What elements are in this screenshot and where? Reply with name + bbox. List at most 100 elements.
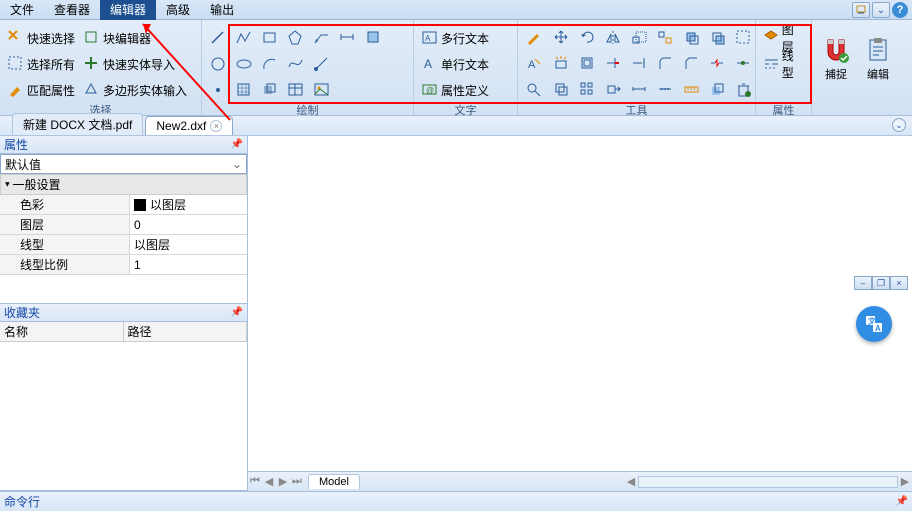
scroll-left-icon[interactable]: ◀: [624, 475, 638, 488]
default-combo[interactable]: 默认值: [0, 154, 247, 174]
tab-nav-last-icon[interactable]: ⏭: [290, 475, 304, 488]
polyline-icon[interactable]: [232, 27, 256, 49]
join-icon[interactable]: [732, 53, 756, 75]
layer-button[interactable]: 图层: [760, 27, 807, 49]
translate-fab[interactable]: 文A: [856, 306, 892, 342]
col-path[interactable]: 路径: [124, 322, 248, 341]
extend-icon[interactable]: [628, 53, 652, 75]
h-scrollbar[interactable]: [638, 476, 898, 488]
menu-editor[interactable]: 编辑器: [100, 0, 156, 20]
menu-viewer[interactable]: 查看器: [44, 0, 100, 20]
hatch-icon[interactable]: [232, 79, 256, 101]
point-icon[interactable]: [206, 79, 230, 101]
array-icon[interactable]: [576, 79, 600, 101]
group-icon[interactable]: [732, 27, 756, 49]
donut-icon[interactable]: [362, 79, 386, 101]
pin-icon[interactable]: 📌: [231, 307, 243, 318]
leader-icon[interactable]: [310, 27, 334, 49]
style-dropdown-icon[interactable]: ⌄: [872, 2, 890, 18]
prop-val[interactable]: 1: [130, 255, 247, 274]
quick-entity-import-button[interactable]: 快速实体导入: [80, 53, 178, 75]
tab-nav-prev-icon[interactable]: ◀: [262, 475, 276, 488]
scroll-right-icon[interactable]: ▶: [898, 475, 912, 488]
offset-icon[interactable]: [576, 53, 600, 75]
tab-nav-next-icon[interactable]: ▶: [276, 475, 290, 488]
stext-button[interactable]: A单行文本: [418, 53, 492, 75]
spline-icon[interactable]: [284, 53, 308, 75]
block-insert-icon[interactable]: [362, 27, 386, 49]
move-icon[interactable]: [550, 27, 574, 49]
col-name[interactable]: 名称: [0, 322, 124, 341]
prop-val[interactable]: 0: [130, 215, 247, 234]
rotate-icon[interactable]: [576, 27, 600, 49]
break-icon[interactable]: [706, 53, 730, 75]
select-all-button[interactable]: 选择所有: [4, 53, 78, 75]
stretch-icon[interactable]: [602, 79, 626, 101]
find-icon[interactable]: [522, 79, 546, 101]
mdi-close-icon[interactable]: ×: [890, 276, 908, 290]
arc-icon[interactable]: [258, 53, 282, 75]
table-icon[interactable]: [284, 79, 308, 101]
block-editor-button[interactable]: 块编辑器: [80, 27, 154, 49]
poly-entity-input-button[interactable]: 多边形实体输入: [80, 79, 190, 101]
edit-button[interactable]: 编辑: [858, 26, 898, 92]
bring-front-icon[interactable]: [680, 27, 704, 49]
send-back-icon[interactable]: [706, 27, 730, 49]
scale-icon[interactable]: [628, 27, 652, 49]
help-icon[interactable]: ?: [892, 2, 908, 18]
ray-icon[interactable]: [310, 53, 334, 75]
match-props-button[interactable]: 匹配属性: [4, 79, 78, 101]
line-icon[interactable]: [206, 27, 230, 49]
draworder-icon[interactable]: [706, 79, 730, 101]
rect-icon[interactable]: [258, 27, 282, 49]
close-icon[interactable]: ×: [210, 120, 222, 132]
pin-icon[interactable]: 📌: [896, 496, 908, 507]
trim-icon[interactable]: [602, 53, 626, 75]
edit-attr-icon[interactable]: A: [522, 53, 546, 75]
mtext-button[interactable]: A多行文本: [418, 27, 492, 49]
measure-icon[interactable]: [680, 79, 704, 101]
snap-button[interactable]: 捕捉: [816, 26, 856, 92]
lengthen-icon[interactable]: [628, 79, 652, 101]
image-icon[interactable]: [310, 79, 334, 101]
edit-text-icon[interactable]: [522, 27, 546, 49]
region-icon[interactable]: [258, 79, 282, 101]
ellipse-icon[interactable]: [232, 53, 256, 75]
chamfer-icon[interactable]: [680, 53, 704, 75]
ribbon-collapse-icon[interactable]: ⌄: [892, 118, 906, 132]
mdi-restore-icon[interactable]: ❐: [872, 276, 890, 290]
polygon-icon[interactable]: [284, 27, 308, 49]
align-icon[interactable]: [654, 27, 678, 49]
linetype-button[interactable]: 线型: [760, 53, 807, 75]
tab-nav-first-icon[interactable]: ⏮: [248, 475, 262, 488]
circle-icon[interactable]: [206, 53, 230, 75]
pin-icon[interactable]: 📌: [231, 139, 243, 150]
settings-dropdown-icon[interactable]: [852, 2, 870, 18]
copy-icon[interactable]: [550, 79, 574, 101]
menu-advanced[interactable]: 高级: [156, 0, 200, 20]
doc-tab-pdf[interactable]: 新建 DOCX 文档.pdf: [12, 113, 143, 135]
mdi-minimize-icon[interactable]: –: [854, 276, 872, 290]
menu-output[interactable]: 输出: [200, 0, 244, 20]
label: 单行文本: [439, 56, 489, 73]
prop-section-general[interactable]: 一般设置: [0, 174, 247, 195]
mirror-icon[interactable]: [602, 27, 626, 49]
purge-icon[interactable]: [732, 79, 756, 101]
prop-val[interactable]: 以图层: [130, 235, 247, 254]
prop-val[interactable]: 以图层: [130, 195, 247, 214]
doc-tab-dxf[interactable]: New2.dxf×: [145, 116, 233, 135]
model-tab[interactable]: Model: [308, 474, 360, 489]
wipeout-icon[interactable]: [336, 79, 360, 101]
explode-icon[interactable]: [550, 53, 574, 75]
quick-select-button[interactable]: 快速选择: [4, 27, 78, 49]
svg-text:A: A: [528, 59, 536, 71]
revision-icon[interactable]: [362, 53, 386, 75]
dim-icon[interactable]: [336, 27, 360, 49]
attdef-button[interactable]: @属性定义: [418, 79, 492, 101]
fillet-icon[interactable]: [654, 53, 678, 75]
menu-file[interactable]: 文件: [0, 0, 44, 20]
xline-icon[interactable]: [336, 53, 360, 75]
properties-panel: 属性📌 默认值 一般设置 色彩以图层 图层0 线型以图层 线型比例1: [0, 136, 247, 304]
divide-icon[interactable]: [654, 79, 678, 101]
drawing-canvas[interactable]: – ❐ × 文A ⏮ ◀ ▶ ⏭ Model ◀ ▶: [248, 136, 912, 491]
